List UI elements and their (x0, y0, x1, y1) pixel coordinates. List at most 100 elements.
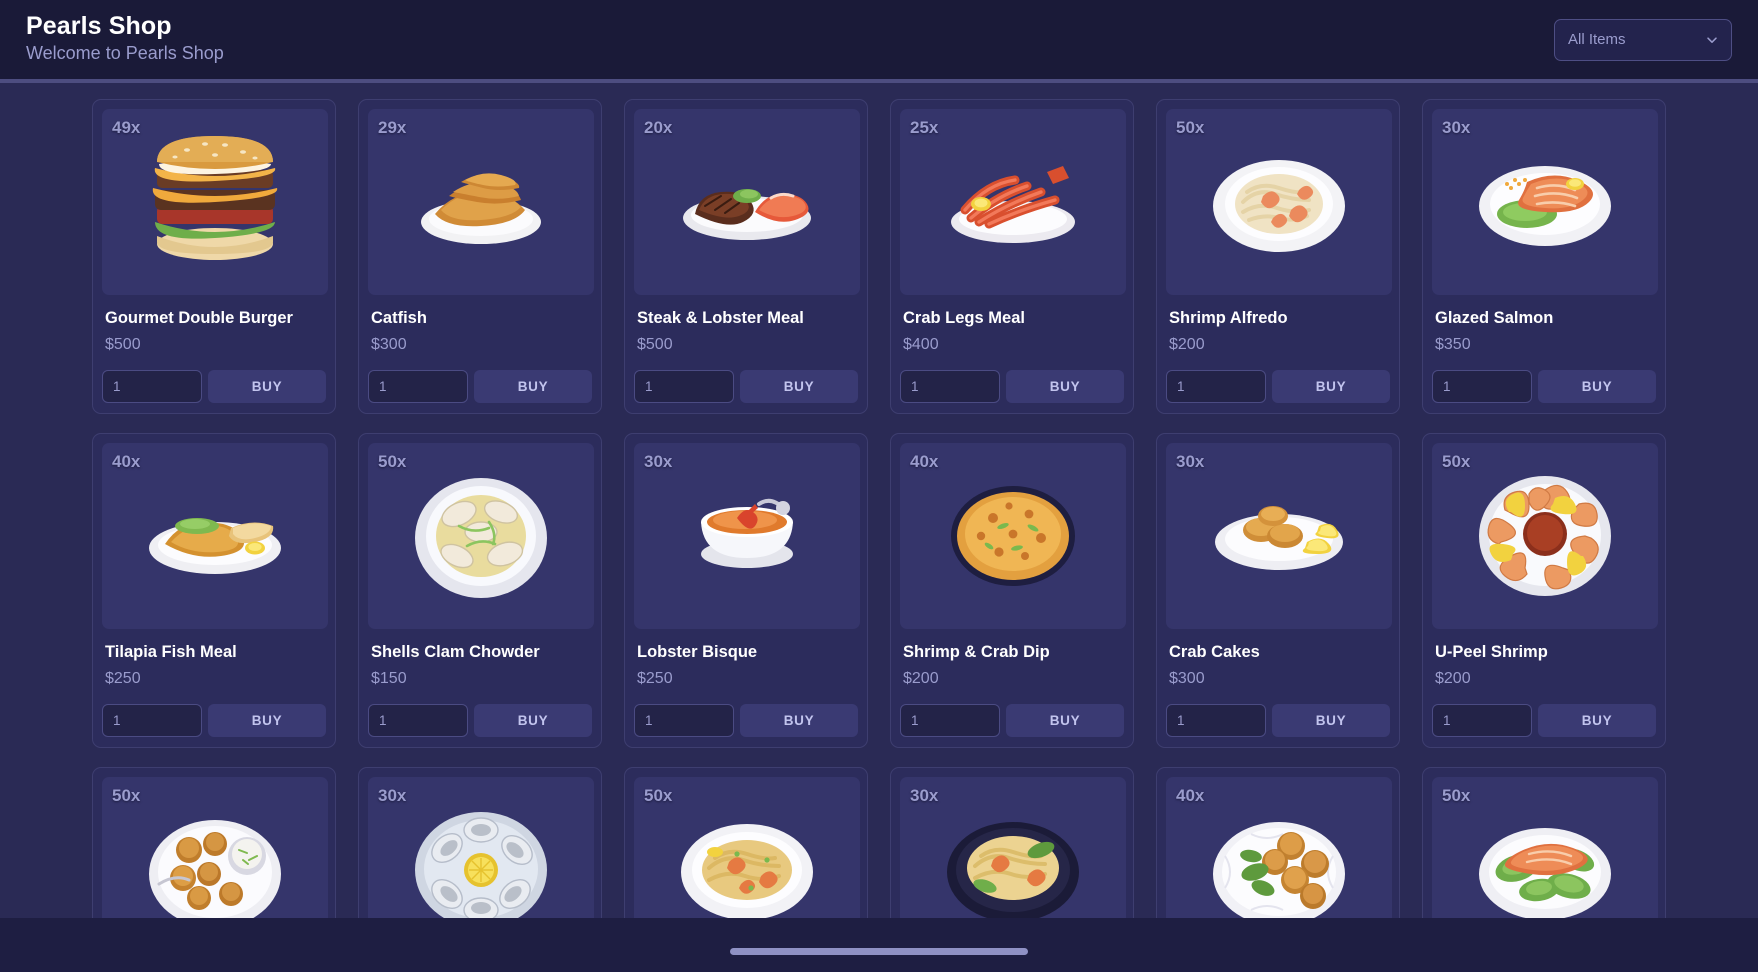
buy-button[interactable]: BUY (1272, 370, 1390, 403)
home-indicator[interactable] (730, 947, 1028, 955)
stock-badge: 40x (1176, 786, 1205, 805)
stock-badge: 30x (1442, 118, 1471, 137)
item-image-container: 50x (1432, 443, 1658, 629)
stock-badge: 50x (1442, 452, 1471, 471)
app-header: Pearls Shop Welcome to Pearls Shop All I… (0, 0, 1758, 83)
item-name: Tilapia Fish Meal (105, 643, 237, 661)
item-image-container: 30x (634, 443, 860, 629)
buy-button[interactable]: BUY (208, 704, 326, 737)
dip-food-image (937, 460, 1089, 612)
crabcakes-food-image (1203, 460, 1355, 612)
buy-button[interactable]: BUY (1272, 704, 1390, 737)
item-actions: BUY (634, 370, 858, 403)
item-card: 49x Gourmet Double Burger $500 BUY (92, 99, 336, 414)
buy-button[interactable]: BUY (1538, 704, 1656, 737)
quantity-input[interactable] (1432, 370, 1532, 403)
item-name: Catfish (371, 309, 427, 327)
item-name: U-Peel Shrimp (1435, 643, 1548, 661)
item-grid: 49x Gourmet Double Burger $500 BUY 29x Catfis… (0, 83, 1758, 972)
chevron-down-icon (1705, 33, 1719, 47)
quantity-input[interactable] (368, 704, 468, 737)
item-card: 25x Crab Legs Meal $400 BUY (890, 99, 1134, 414)
item-actions: BUY (368, 704, 592, 737)
item-card: 50x Shells Clam Chowder $150 BUY (358, 433, 602, 748)
tilapia-food-image (139, 460, 291, 612)
item-price: $250 (637, 670, 673, 688)
stock-badge: 40x (112, 452, 141, 471)
item-image-container: 30x (1166, 443, 1392, 629)
item-name: Gourmet Double Burger (105, 309, 293, 327)
quantity-input[interactable] (634, 370, 734, 403)
item-image-container: 30x (1432, 109, 1658, 295)
stock-badge: 29x (378, 118, 407, 137)
item-actions: BUY (1432, 704, 1656, 737)
item-actions: BUY (102, 370, 326, 403)
buy-button[interactable]: BUY (1538, 370, 1656, 403)
item-name: Crab Legs Meal (903, 309, 1025, 327)
item-image-container: 50x (368, 443, 594, 629)
quantity-input[interactable] (900, 370, 1000, 403)
item-price: $200 (1169, 336, 1205, 354)
upeel-food-image (1469, 460, 1621, 612)
shop-content: 49x Gourmet Double Burger $500 BUY 29x Catfis… (0, 83, 1758, 972)
item-image-container: 20x (634, 109, 860, 295)
buy-button[interactable]: BUY (474, 370, 592, 403)
item-filter-dropdown[interactable]: All Items (1554, 18, 1732, 61)
stock-badge: 50x (112, 786, 141, 805)
item-image-container: 49x (102, 109, 328, 295)
alfredo-food-image (1203, 126, 1355, 278)
item-actions: BUY (1432, 370, 1656, 403)
stock-badge: 50x (378, 452, 407, 471)
quantity-input[interactable] (102, 370, 202, 403)
quantity-input[interactable] (1166, 370, 1266, 403)
item-card: 29x Catfish $300 BUY (358, 99, 602, 414)
catfish-food-image (405, 126, 557, 278)
item-image-container: 40x (900, 443, 1126, 629)
item-name: Shrimp & Crab Dip (903, 643, 1050, 661)
quantity-input[interactable] (368, 370, 468, 403)
buy-button[interactable]: BUY (740, 704, 858, 737)
burger-food-image (139, 126, 291, 278)
item-actions: BUY (368, 370, 592, 403)
item-name: Crab Cakes (1169, 643, 1260, 661)
buy-button[interactable]: BUY (1006, 370, 1124, 403)
item-image-container: 25x (900, 109, 1126, 295)
item-card: 30x Glazed Salmon $350 BUY (1422, 99, 1666, 414)
item-price: $200 (1435, 670, 1471, 688)
stock-badge: 25x (910, 118, 939, 137)
clams-food-image (405, 460, 557, 612)
stock-badge: 50x (1176, 118, 1205, 137)
item-card: 40x Shrimp & Crab Dip $200 BUY (890, 433, 1134, 748)
stock-badge: 20x (644, 118, 673, 137)
item-price: $300 (1169, 670, 1205, 688)
buy-button[interactable]: BUY (740, 370, 858, 403)
item-price: $200 (903, 670, 939, 688)
item-image-container: 50x (1166, 109, 1392, 295)
item-price: $150 (371, 670, 407, 688)
item-actions: BUY (1166, 370, 1390, 403)
item-price: $350 (1435, 336, 1471, 354)
stock-badge: 30x (644, 452, 673, 471)
item-price: $500 (105, 336, 141, 354)
item-filter-value: All Items (1568, 31, 1626, 48)
item-price: $300 (371, 336, 407, 354)
item-actions: BUY (900, 704, 1124, 737)
quantity-input[interactable] (1166, 704, 1266, 737)
quantity-input[interactable] (102, 704, 202, 737)
item-card: 20x Steak & Lobster Meal $500 BUY (624, 99, 868, 414)
crablegs-food-image (937, 126, 1089, 278)
item-card: 30x Lobster Bisque $250 BUY (624, 433, 868, 748)
quantity-input[interactable] (900, 704, 1000, 737)
item-card: 30x Crab Cakes $300 BUY (1156, 433, 1400, 748)
buy-button[interactable]: BUY (1006, 704, 1124, 737)
item-name: Lobster Bisque (637, 643, 758, 661)
buy-button[interactable]: BUY (208, 370, 326, 403)
quantity-input[interactable] (1432, 704, 1532, 737)
item-name: Glazed Salmon (1435, 309, 1554, 327)
stock-badge: 30x (910, 786, 939, 805)
salmon-food-image (1469, 126, 1621, 278)
buy-button[interactable]: BUY (474, 704, 592, 737)
quantity-input[interactable] (634, 704, 734, 737)
item-card: 50x Shrimp Alfredo $200 BUY (1156, 99, 1400, 414)
item-name: Shrimp Alfredo (1169, 309, 1288, 327)
